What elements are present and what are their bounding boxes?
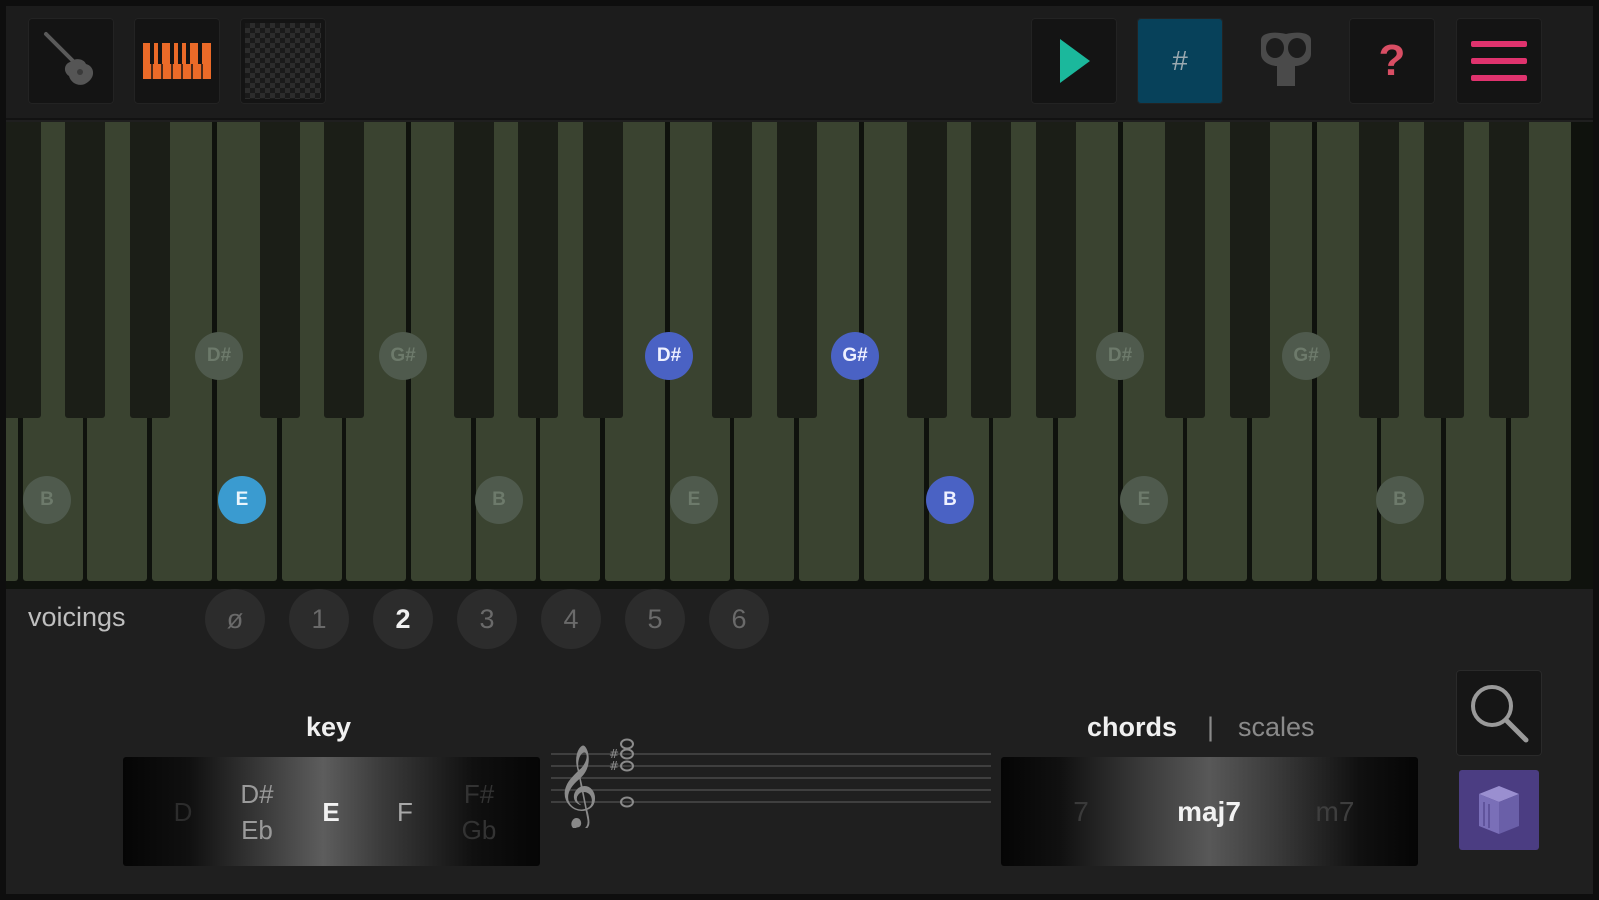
black-key[interactable]: [906, 122, 947, 418]
key-option[interactable]: F# Gb: [447, 757, 511, 866]
black-key[interactable]: [583, 122, 623, 418]
svg-text:#: #: [609, 759, 619, 773]
voicing-option-4[interactable]: 4: [541, 589, 601, 649]
sharp-toggle-button[interactable]: #: [1137, 18, 1223, 104]
voicing-option-1[interactable]: 1: [289, 589, 349, 649]
note-marker[interactable]: B: [926, 476, 974, 524]
scales-tab[interactable]: scales: [1238, 712, 1315, 743]
music-staff: 𝄞 # #: [551, 718, 1001, 833]
black-key[interactable]: [65, 122, 106, 418]
black-key[interactable]: [259, 122, 300, 418]
menu-button[interactable]: [1456, 18, 1542, 104]
black-key[interactable]: [130, 122, 171, 418]
guitar-mode-button[interactable]: [28, 18, 114, 104]
black-key[interactable]: [1035, 122, 1076, 418]
voicing-option-5[interactable]: 5: [625, 589, 685, 649]
voicing-option-6[interactable]: 6: [709, 589, 769, 649]
key-option-label: E: [322, 796, 340, 827]
mask-icon: [1261, 32, 1311, 86]
note-marker[interactable]: E: [218, 476, 266, 524]
search-icon: [1471, 685, 1529, 743]
black-key[interactable]: [1359, 122, 1400, 418]
key-option[interactable]: D: [151, 757, 215, 866]
black-key[interactable]: [712, 122, 753, 418]
help-button[interactable]: ?: [1349, 18, 1435, 104]
key-option-alt-label: Gb: [461, 814, 497, 845]
pattern-mode-button[interactable]: [240, 18, 326, 104]
note-marker[interactable]: G#: [831, 332, 879, 380]
key-title: key: [306, 712, 352, 742]
black-key[interactable]: [453, 122, 494, 418]
note-marker[interactable]: D#: [195, 332, 243, 380]
note-marker[interactable]: D#: [645, 332, 693, 380]
piano-mode-button[interactable]: [134, 18, 220, 104]
key-option-selected[interactable]: E: [299, 757, 363, 866]
tab-separator: |: [1207, 712, 1215, 742]
piano-keyboard-icon: [143, 43, 211, 79]
note-marker[interactable]: E: [1120, 476, 1168, 524]
key-option-alt-label: Eb: [241, 814, 273, 845]
note-marker[interactable]: B: [23, 476, 71, 524]
note-marker[interactable]: G#: [1282, 332, 1330, 380]
key-option-label: D: [173, 796, 193, 827]
key-option[interactable]: F: [373, 757, 437, 866]
chords-tab[interactable]: chords: [1087, 712, 1177, 743]
note-marker[interactable]: E: [670, 476, 718, 524]
black-key[interactable]: [1230, 122, 1270, 418]
chord-book-button[interactable]: [1459, 770, 1539, 850]
hamburger-menu-icon: [1471, 41, 1527, 81]
black-key[interactable]: [324, 122, 365, 418]
help-label: ?: [1378, 36, 1406, 85]
checker-pattern-icon: [245, 23, 321, 99]
voicing-option-3[interactable]: 3: [457, 589, 517, 649]
chord-notes-icon: [620, 738, 634, 808]
key-option-label: F: [397, 796, 413, 827]
mask-button[interactable]: [1243, 18, 1329, 104]
black-key[interactable]: [6, 122, 41, 418]
note-marker[interactable]: B: [475, 476, 523, 524]
piano-keyboard[interactable]: D# G# D# G# D# G# B E B E B E B: [6, 122, 1593, 589]
key-option-label: F#: [463, 778, 495, 809]
chord-option-selected[interactable]: maj7: [1177, 757, 1241, 866]
black-key[interactable]: [1424, 122, 1465, 418]
black-key[interactable]: [971, 122, 1012, 418]
black-key[interactable]: [1165, 122, 1206, 418]
chord-picker-wheel[interactable]: 7 maj7 m7: [1001, 757, 1418, 866]
key-option[interactable]: D# Eb: [225, 757, 289, 866]
note-marker[interactable]: D#: [1096, 332, 1144, 380]
svg-text:𝄞: 𝄞: [556, 743, 599, 828]
guitar-icon: [44, 32, 94, 85]
black-key[interactable]: [1488, 122, 1529, 418]
voicing-option-2[interactable]: 2: [373, 589, 433, 649]
chord-option[interactable]: 7: [1073, 757, 1089, 866]
treble-clef-icon: 𝄞: [556, 743, 599, 831]
play-icon: [1060, 39, 1090, 83]
app-window: # ? D# G# D# G# D# G# B E B E B E B voicings ø 1 2 3…: [6, 6, 1593, 894]
note-marker[interactable]: G#: [379, 332, 427, 380]
black-key[interactable]: [518, 122, 559, 418]
voicing-option-none[interactable]: ø: [205, 589, 265, 649]
black-key[interactable]: [777, 122, 818, 418]
voicings-label: voicings: [28, 602, 126, 632]
book-icon: [1479, 786, 1519, 834]
key-option-label: D#: [240, 778, 274, 809]
sharp-label: #: [1172, 45, 1188, 76]
search-button[interactable]: [1456, 670, 1542, 756]
key-picker-wheel[interactable]: D D# Eb E F F# Gb: [123, 757, 540, 866]
chord-option[interactable]: m7: [1316, 757, 1355, 866]
play-button[interactable]: [1031, 18, 1117, 104]
note-marker[interactable]: B: [1376, 476, 1424, 524]
top-toolbar: # ?: [6, 6, 1593, 120]
